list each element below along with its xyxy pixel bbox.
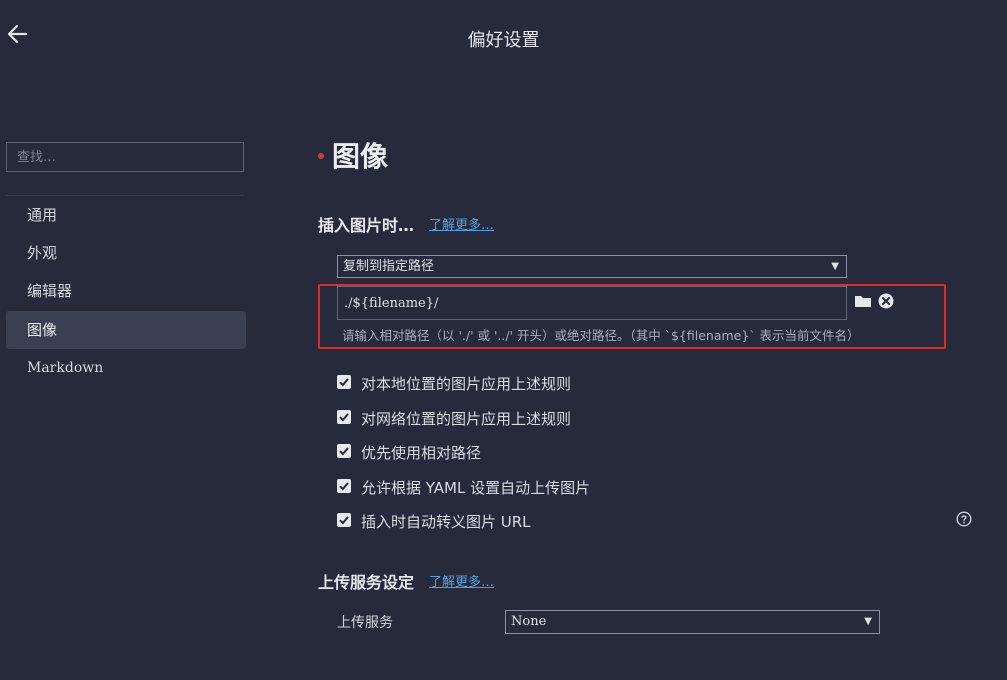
section-heading: 图像 — [332, 140, 389, 173]
option-checkbox-local[interactable] — [337, 375, 351, 389]
insert-action-select[interactable]: 复制到指定路径 ▼ — [337, 255, 847, 278]
option-label-local: 对本地位置的图片应用上述规则 — [361, 375, 572, 393]
upload-service-label: 上传服务 — [337, 615, 393, 631]
insert-image-title: 插入图片时… — [318, 216, 415, 235]
option-checkbox-yaml-upload[interactable] — [337, 479, 351, 493]
sidebar-item-appearance[interactable]: 外观 — [6, 234, 246, 272]
option-label-yaml-upload: 允许根据 YAML 设置自动上传图片 — [361, 479, 591, 497]
option-checkbox-escape-url[interactable] — [337, 513, 351, 527]
chevron-down-icon: ▼ — [831, 261, 839, 272]
chevron-down-icon: ▼ — [864, 616, 872, 627]
section-marker-dot — [318, 153, 324, 159]
insert-action-value: 复制到指定路径 — [343, 259, 435, 274]
search-input[interactable] — [6, 142, 244, 172]
learn-more-link[interactable]: 了解更多… — [429, 214, 494, 233]
sidebar-item-image[interactable]: 图像 — [6, 311, 246, 349]
option-checkbox-relative[interactable] — [337, 444, 351, 458]
sidebar-item-general[interactable]: 通用 — [6, 196, 246, 234]
upload-section-title: 上传服务设定 — [318, 573, 415, 592]
option-checkbox-network[interactable] — [337, 410, 351, 424]
upload-service-value: None — [511, 614, 547, 629]
option-label-escape-url: 插入时自动转义图片 URL — [361, 513, 531, 531]
highlight-box — [318, 284, 946, 349]
upload-service-select[interactable]: None ▼ — [505, 610, 880, 634]
option-label-relative: 优先使用相对路径 — [361, 444, 482, 462]
upload-learn-more-link[interactable]: 了解更多… — [429, 571, 494, 590]
page-title: 偏好设置 — [467, 30, 540, 51]
option-label-network: 对网络位置的图片应用上述规则 — [361, 410, 572, 428]
sidebar-item-markdown[interactable]: Markdown — [6, 349, 246, 387]
help-icon[interactable] — [956, 511, 972, 527]
sidebar-item-editor[interactable]: 编辑器 — [6, 272, 246, 310]
